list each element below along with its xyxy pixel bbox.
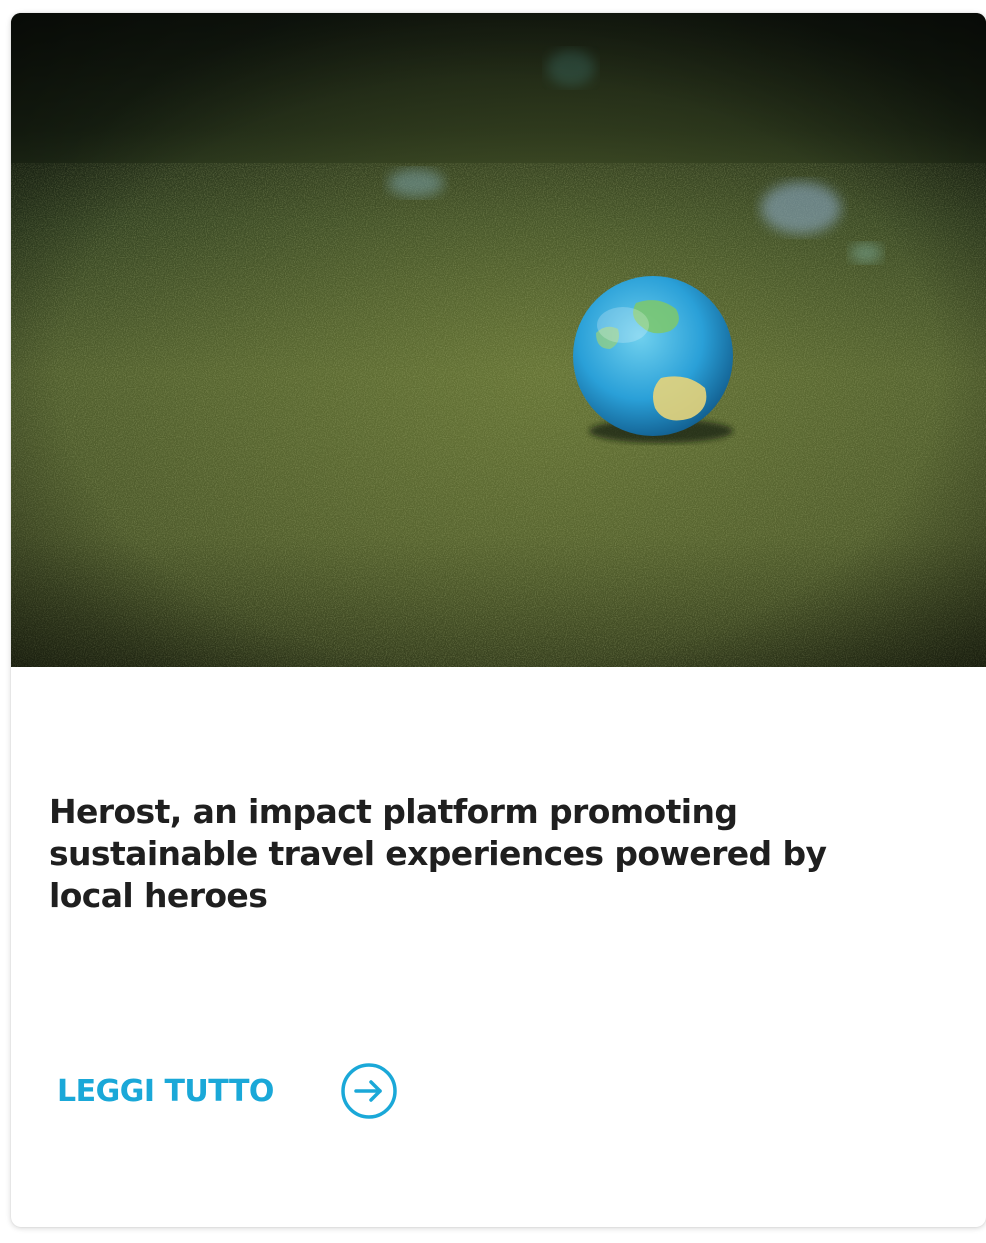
article-card[interactable]: Herost, an impact platform promoting sus… — [11, 13, 986, 1227]
read-more-label[interactable]: LEGGI TUTTO — [57, 1074, 274, 1109]
article-title[interactable]: Herost, an impact platform promoting sus… — [49, 791, 909, 917]
read-more-link[interactable]: LEGGI TUTTO — [57, 1063, 398, 1119]
article-image[interactable] — [11, 13, 986, 667]
arrow-right-circle-icon[interactable] — [340, 1062, 398, 1120]
